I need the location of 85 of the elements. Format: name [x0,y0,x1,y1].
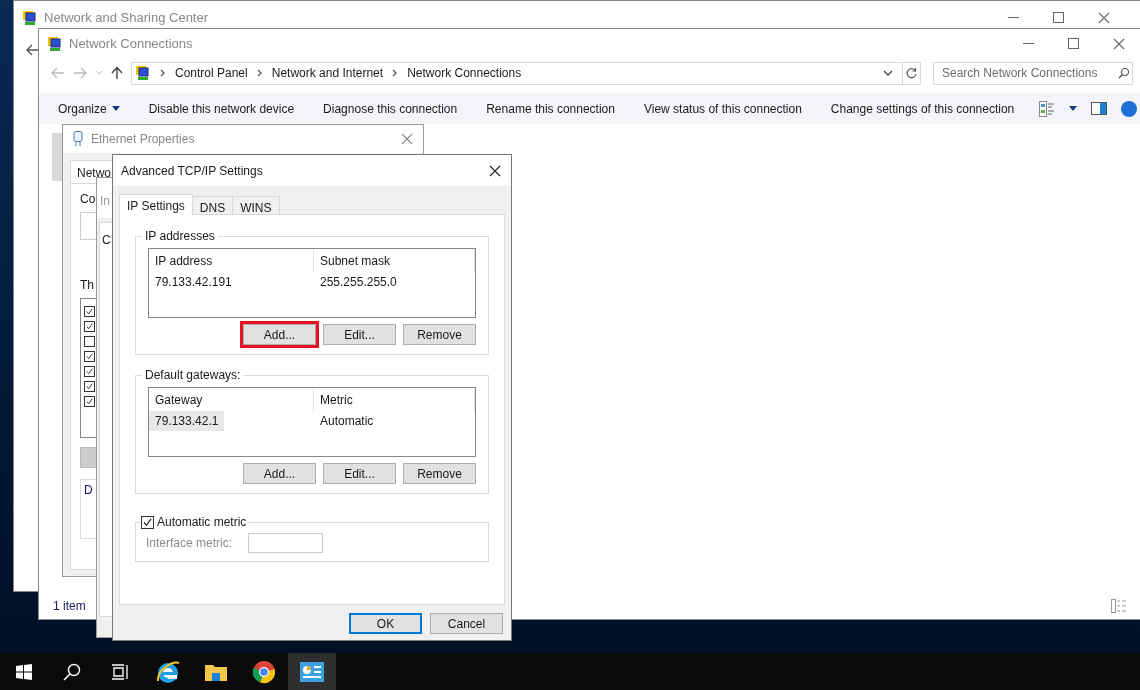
command-button[interactable]: Rename this connection [486,99,615,118]
check-icon [143,517,152,527]
dialog-title: Ethernet Properties [91,131,195,148]
command-button[interactable]: Disable this network device [148,99,295,118]
search-field[interactable]: Search Network Connections [933,61,1133,85]
command-button[interactable]: Diagnose this connection [323,99,458,118]
dialog-button[interactable]: Remove [403,324,476,345]
network-icon [135,65,151,81]
group-title: Default gateways: [144,367,242,384]
list-cell[interactable]: 79.133.42.191 [149,272,238,292]
dialog-button[interactable]: Edit... [323,324,396,345]
breadcrumb-item[interactable]: Control Panel [175,64,248,82]
tab[interactable]: IP Settings [119,194,193,215]
command-button[interactable]: View status of this connection [643,99,802,118]
refresh-icon[interactable] [906,67,917,79]
dialog-button[interactable]: Edit... [323,463,396,484]
dialog-title: In [100,194,110,208]
dialog-button[interactable]: Remove [403,463,476,484]
taskbar-button[interactable] [288,653,336,690]
dialog-button[interactable]: Add... [243,324,316,345]
checkbox[interactable] [84,351,95,362]
tab[interactable]: WINS [232,196,280,214]
dialog-title: Advanced TCP/IP Settings [121,162,263,180]
window-title: Network Connections [69,34,193,53]
network-adapter-icon [73,131,83,147]
checkbox[interactable] [84,366,95,377]
check-icon [86,308,93,315]
windows-logo-icon[interactable] [16,663,32,680]
search-icon[interactable] [63,662,81,681]
task-view-icon[interactable] [111,663,129,680]
up-arrow-icon[interactable] [111,66,123,80]
checkbox[interactable] [84,336,95,347]
server-manager-icon[interactable] [300,661,324,682]
tab[interactable]: DNS [191,196,234,214]
chevron-right-icon [160,69,166,77]
checkbox[interactable] [141,515,154,529]
dialog-button[interactable]: OK [349,613,422,634]
checkbox[interactable] [84,381,95,392]
status-text: 1 item [53,598,86,615]
column-header[interactable]: IP address [149,249,314,273]
list-cell[interactable]: 255.255.255.0 [314,272,403,292]
column-header[interactable]: Subnet mask [314,249,475,273]
check-icon [86,353,93,360]
list-cell[interactable]: Automatic [314,411,380,431]
breadcrumb-item[interactable]: Network and Internet [271,64,384,82]
address-bar[interactable]: Control Panel Network and Internet Network Connections [131,61,921,85]
browser-circle-icon[interactable] [252,659,276,684]
search-icon[interactable] [1118,67,1130,79]
menu-button[interactable]: Organize [58,99,120,118]
maximize-icon[interactable] [1053,12,1064,23]
check-icon [86,323,93,330]
label: Co [80,191,96,208]
chevron-right-icon [256,69,263,77]
command-button[interactable]: Change settings of this connection [830,99,1015,118]
caret-icon[interactable] [883,69,893,77]
field-label: Interface metric: [146,535,233,552]
list-cell[interactable]: 79.133.42.1 [149,411,225,431]
close-icon[interactable] [489,164,501,177]
breadcrumb-item[interactable]: Network Connections [407,64,522,82]
window-title: Network and Sharing Center [44,8,209,27]
chevron-right-icon [392,69,399,77]
details-view-icon[interactable] [1111,599,1127,613]
check-icon [86,383,93,390]
caret-icon [111,106,120,111]
label: D [84,483,93,497]
search-input[interactable]: Search Network Connections [942,64,1112,82]
check-icon [86,368,93,375]
caret-icon[interactable] [1069,106,1078,111]
label: Th [80,277,94,294]
dialog-button[interactable]: Add... [243,463,316,484]
column-header[interactable]: Metric [314,388,475,412]
checkbox-label[interactable]: Automatic metric [157,513,247,531]
network-icon [47,35,63,52]
checkbox[interactable] [84,321,95,332]
back-arrow-icon[interactable] [26,44,40,56]
maximize-icon[interactable] [1068,38,1079,49]
check-icon [86,398,93,405]
checkbox[interactable] [84,306,95,317]
dialog-button[interactable]: Cancel [430,613,503,634]
group-title: IP addresses [144,228,216,245]
network-icon [22,9,38,26]
preview-pane-icon[interactable] [1091,102,1108,115]
checkbox[interactable] [84,396,95,407]
view-options-icon[interactable] [1039,100,1056,117]
label: C [102,233,111,247]
